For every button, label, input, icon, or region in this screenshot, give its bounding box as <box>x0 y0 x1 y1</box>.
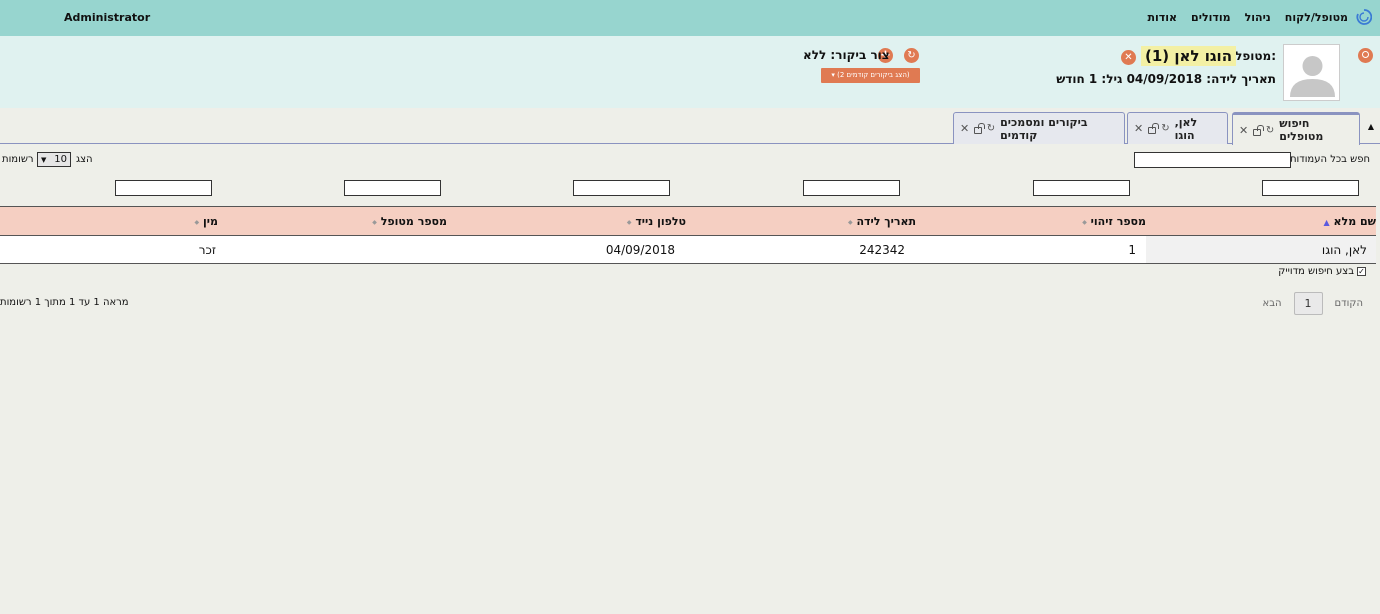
chevron-down-icon: ▼ <box>41 155 47 164</box>
close-patient-icon[interactable]: ✕ <box>1121 50 1136 65</box>
col-header-patient-number[interactable]: ◆ מספר מטופל <box>369 215 447 228</box>
sort-icon: ◆ <box>626 218 632 226</box>
menu-item-patient[interactable]: מטופל/לקוח <box>1285 11 1348 24</box>
sort-icon: ◆ <box>194 218 200 226</box>
tab-patient-search[interactable]: חיפוש מטופלים ↻ ✕ <box>1232 112 1360 145</box>
col-header-birthdate[interactable]: ◆ תאריך לידה <box>845 215 916 228</box>
header-label: תאריך לידה <box>856 215 917 228</box>
tab-patient-record[interactable]: לאן, הוגו ↻ ✕ <box>1127 112 1228 144</box>
app-logo-icon[interactable] <box>1356 9 1372 25</box>
cell-mobile: 04/09/2018 <box>605 243 675 257</box>
sort-icon: ◆ <box>372 218 377 226</box>
header-label: מין <box>203 215 218 228</box>
patient-name[interactable]: הוגו לאן (1) <box>1140 46 1236 66</box>
filter-id-number[interactable] <box>1033 180 1130 196</box>
page-number-button[interactable]: 1 <box>1293 292 1323 315</box>
lock-icon[interactable] <box>974 123 985 134</box>
sort-icon: ◆ <box>848 218 853 226</box>
header-label: שם מלא <box>1333 215 1376 228</box>
tab-bar: ▲ חיפוש מטופלים ↻ ✕ לאן, הוגו ↻ ✕ ביקורי… <box>0 108 1380 145</box>
table-header: ▲ שם מלא ◆ מספר זיהוי ◆ תאריך לידה ◆ טלפ… <box>0 206 1376 236</box>
col-header-gender[interactable]: ◆ מין <box>192 215 218 228</box>
refresh-visit-icon[interactable]: ↻ <box>904 48 919 63</box>
cell-gender: זכר <box>198 243 216 257</box>
show-label: הצג <box>76 154 93 165</box>
exact-search-checkbox[interactable]: ✓ <box>1357 267 1366 276</box>
menu-item-about[interactable]: אודות <box>1148 11 1178 24</box>
col-header-id-number[interactable]: ◆ מספר זיהוי <box>1079 215 1146 228</box>
close-icon[interactable]: ✕ <box>1134 122 1143 135</box>
cell-id-number: 1 <box>1128 243 1136 257</box>
patient-label: מטופל: <box>1235 49 1276 63</box>
menu-item-modules[interactable]: מודולים <box>1191 11 1231 24</box>
col-header-mobile[interactable]: ◆ טלפון נייד <box>624 215 686 228</box>
col-header-fullname[interactable]: ▲ שם מלא <box>1321 215 1376 228</box>
cell-fullname: לאן, הוגו <box>1321 243 1367 257</box>
refresh-icon[interactable]: ↻ <box>1266 125 1274 136</box>
next-page-button[interactable]: הבא <box>1263 298 1282 309</box>
pagination: הקודם 1 הבא <box>1263 292 1363 315</box>
patient-dob-age: תאריך לידה: 04/09/2018 גיל: 1 חודש <box>1056 72 1276 86</box>
tab-previous-visits[interactable]: ביקורים ומסמכים קודמים ↻ ✕ <box>953 112 1125 144</box>
header-label: מספר זיהוי <box>1090 215 1146 228</box>
page-length-select[interactable]: ▼ 10 <box>37 152 71 167</box>
header-label: טלפון נייד <box>635 215 686 228</box>
table-row[interactable]: לאן, הוגו 1 242342 04/09/2018 זכר <box>0 236 1376 264</box>
filter-patient-number[interactable] <box>344 180 441 196</box>
create-visit-label: צור ביקור: ללא <box>803 48 890 62</box>
global-search-input[interactable] <box>1134 152 1291 168</box>
table-info: מראה 1 עד 1 מתוך 1 רשומות <box>0 297 129 308</box>
global-search-label: חפש בכל העמודות: <box>1286 154 1370 165</box>
exact-search-option[interactable]: ✓ בצע חיפוש מדוייק <box>1278 266 1366 277</box>
tab-label: לאן, הוגו <box>1174 115 1198 142</box>
tab-label: חיפוש מטופלים <box>1279 117 1324 143</box>
filter-mobile[interactable] <box>573 180 670 196</box>
prev-page-button[interactable]: הקודם <box>1335 298 1363 309</box>
patient-search-icon[interactable] <box>1358 48 1373 63</box>
patients-table: ▲ שם מלא ◆ מספר זיהוי ◆ תאריך לידה ◆ טלפ… <box>0 206 1376 264</box>
filter-fullname[interactable] <box>1262 180 1359 196</box>
patient-header: מטופל: הוגו לאן (1) ✕ תאריך לידה: 04/09/… <box>0 36 1380 108</box>
filter-gender[interactable] <box>115 180 212 196</box>
rows-label: רשומות <box>2 154 34 165</box>
refresh-icon[interactable]: ↻ <box>987 123 995 134</box>
sort-icon: ◆ <box>1082 218 1087 226</box>
close-icon[interactable]: ✕ <box>1239 124 1248 137</box>
sort-asc-icon: ▲ <box>1323 217 1330 227</box>
page-length-value: 10 <box>54 154 67 165</box>
menu-item-admin[interactable]: ניהול <box>1245 11 1271 24</box>
refresh-icon[interactable]: ↻ <box>1161 123 1169 134</box>
filter-birthdate[interactable] <box>803 180 900 196</box>
top-menubar: מטופל/לקוח ניהול מודולים אודות Administr… <box>0 0 1380 36</box>
lock-icon[interactable] <box>1253 124 1264 136</box>
main-menu: מטופל/לקוח ניהול מודולים אודות <box>1148 11 1349 24</box>
lock-icon[interactable] <box>1148 123 1160 134</box>
user-menu[interactable]: Administrator <box>64 11 150 24</box>
show-previous-visits-button[interactable]: ▾ (הצג ביקורים קודמים 2) <box>821 68 920 83</box>
tab-label: ביקורים ומסמכים קודמים <box>1000 115 1088 142</box>
avatar <box>1283 44 1340 101</box>
header-label: מספר מטופל <box>380 215 447 228</box>
close-icon[interactable]: ✕ <box>960 122 969 135</box>
user-avatar-icon <box>1290 56 1335 97</box>
cell-birthdate: 242342 <box>859 243 905 257</box>
collapse-tabs-icon[interactable]: ▲ <box>1368 122 1374 131</box>
exact-search-label: בצע חיפוש מדוייק <box>1278 266 1354 277</box>
